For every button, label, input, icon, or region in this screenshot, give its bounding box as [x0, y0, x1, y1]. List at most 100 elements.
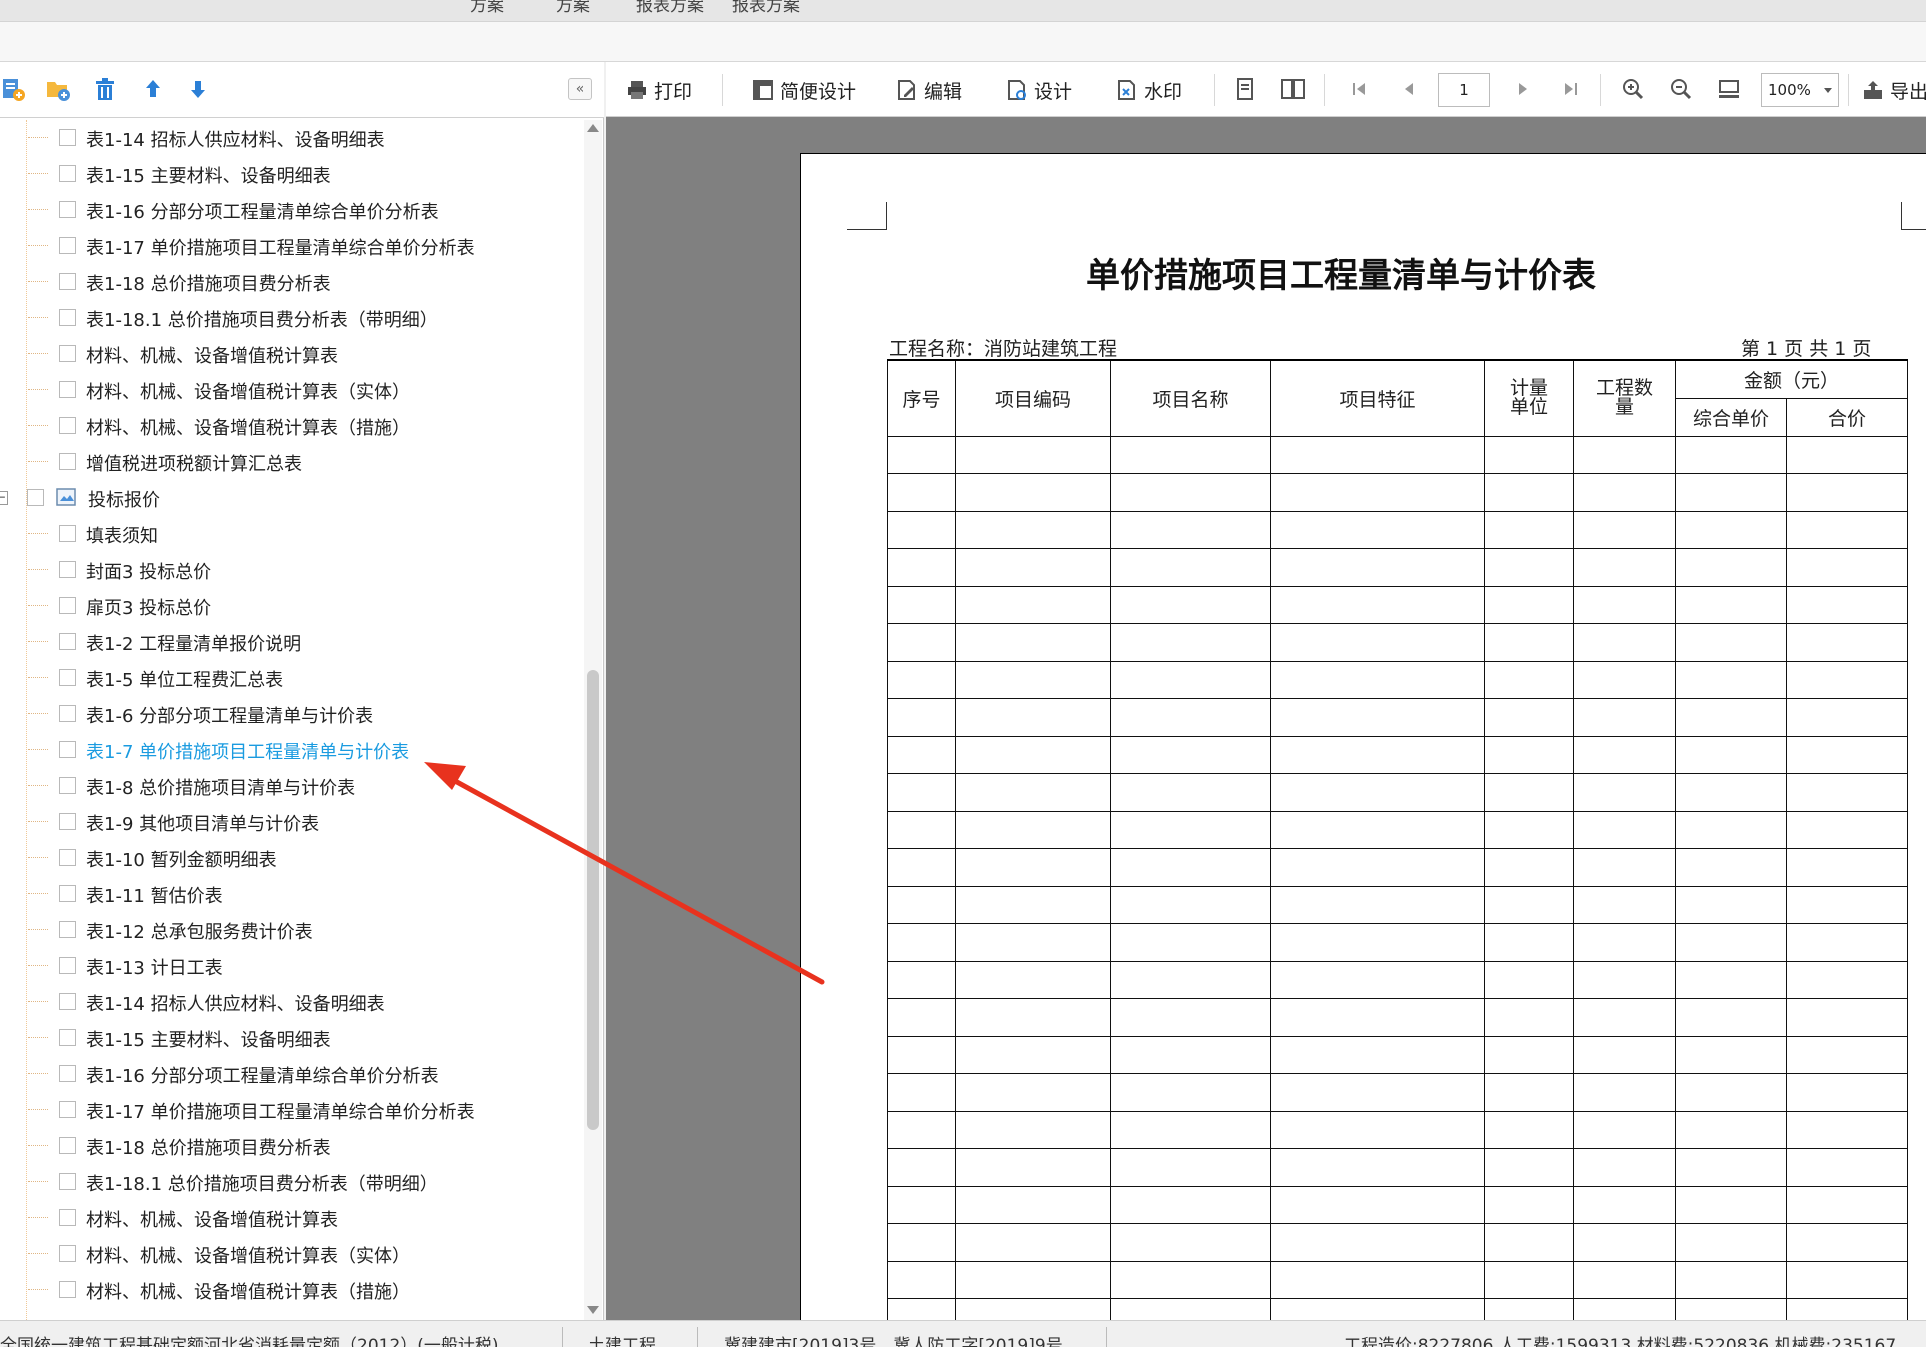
crop-mark: [847, 202, 887, 230]
scroll-thumb[interactable]: [587, 670, 599, 1130]
zoom-out-icon[interactable]: [1668, 76, 1694, 102]
tree-item[interactable]: 表1-2 工程量清单报价说明: [0, 624, 584, 660]
tree-item[interactable]: 填表须知: [0, 516, 584, 552]
tree-item-checkbox[interactable]: [59, 957, 76, 974]
tree-item-checkbox[interactable]: [59, 813, 76, 830]
tree-item-checkbox[interactable]: [59, 633, 76, 650]
tree-item[interactable]: 增值税进项税额计算汇总表: [0, 444, 584, 480]
tree-item-checkbox[interactable]: [59, 309, 76, 326]
tree-item-checkbox[interactable]: [59, 417, 76, 434]
tree-item[interactable]: 表1-6 分部分项工程量清单与计价表: [0, 696, 584, 732]
tree-item-checkbox[interactable]: [59, 921, 76, 938]
zoom-in-icon[interactable]: [1620, 76, 1646, 102]
tree-scrollbar[interactable]: [584, 120, 602, 1320]
tree-item-checkbox[interactable]: [59, 525, 76, 542]
tree-item-checkbox[interactable]: [59, 345, 76, 362]
tree-item[interactable]: 表1-11 暂估价表: [0, 876, 584, 912]
zoom-dropdown[interactable]: 100%: [1761, 73, 1839, 107]
delete-icon[interactable]: [92, 76, 118, 102]
tree-item-checkbox[interactable]: [59, 741, 76, 758]
tree-item[interactable]: 材料、机械、设备增值税计算表（措施）: [0, 408, 584, 444]
move-up-icon[interactable]: [140, 76, 166, 102]
add-folder-icon[interactable]: [45, 76, 71, 102]
tree-item-checkbox[interactable]: [59, 201, 76, 218]
tree-item[interactable]: 表1-18.1 总价措施项目费分析表（带明细）: [0, 300, 584, 336]
page-number-input[interactable]: 1: [1438, 73, 1490, 107]
edit-button[interactable]: 编辑: [896, 76, 962, 104]
move-down-icon[interactable]: [185, 76, 211, 102]
tree-item-checkbox[interactable]: [59, 165, 76, 182]
tree-item[interactable]: 表1-16 分部分项工程量清单综合单价分析表: [0, 192, 584, 228]
watermark-button[interactable]: 水印: [1116, 76, 1182, 104]
tree-item[interactable]: 表1-15 主要材料、设备明细表: [0, 156, 584, 192]
tree-item-checkbox[interactable]: [59, 129, 76, 146]
tree-item-checkbox[interactable]: [59, 705, 76, 722]
export-button[interactable]: 导出: [1862, 76, 1926, 104]
tree-item-checkbox[interactable]: [59, 849, 76, 866]
collapse-toggle-icon[interactable]: −: [0, 491, 8, 505]
tree-item-checkbox[interactable]: [59, 1281, 76, 1298]
tree-item-checkbox[interactable]: [59, 1065, 76, 1082]
design-button[interactable]: 设计: [1006, 76, 1072, 104]
scroll-down-arrow-icon[interactable]: [587, 1306, 599, 1314]
ribbon-label[interactable]: 方案: [470, 0, 504, 16]
tree-item-checkbox[interactable]: [59, 1173, 76, 1190]
tree-item-checkbox[interactable]: [59, 669, 76, 686]
tree-item-checkbox[interactable]: [59, 453, 76, 470]
tree-item-checkbox[interactable]: [59, 597, 76, 614]
tree-item[interactable]: 材料、机械、设备增值税计算表（措施）: [0, 1272, 584, 1308]
tree-item-checkbox[interactable]: [59, 885, 76, 902]
tree-item-checkbox[interactable]: [59, 1209, 76, 1226]
tree-item[interactable]: 封面3 投标总价: [0, 552, 584, 588]
tree-item-checkbox[interactable]: [59, 237, 76, 254]
tree-item[interactable]: 表1-16 分部分项工程量清单综合单价分析表: [0, 1056, 584, 1092]
next-page-icon[interactable]: [1510, 76, 1536, 102]
tree-item[interactable]: 表1-18.1 总价措施项目费分析表（带明细）: [0, 1164, 584, 1200]
tree-item[interactable]: 表1-13 计日工表: [0, 948, 584, 984]
tree-item[interactable]: 表1-9 其他项目清单与计价表: [0, 804, 584, 840]
print-button[interactable]: 打印: [626, 76, 692, 104]
tree-item[interactable]: 表1-17 单价措施项目工程量清单综合单价分析表: [0, 1092, 584, 1128]
tree-folder-item[interactable]: − 投标报价: [0, 480, 584, 516]
tree-item[interactable]: 表1-15 主要材料、设备明细表: [0, 1020, 584, 1056]
two-page-icon[interactable]: [1280, 76, 1306, 102]
ribbon-label[interactable]: 报表方案: [732, 0, 800, 16]
tree-item[interactable]: 表1-14 招标人供应材料、设备明细表: [0, 120, 584, 156]
tree-item[interactable]: 表1-14 招标人供应材料、设备明细表: [0, 984, 584, 1020]
tree-item[interactable]: 表1-5 单位工程费汇总表: [0, 660, 584, 696]
tree-item[interactable]: 表1-17 单价措施项目工程量清单综合单价分析表: [0, 228, 584, 264]
tree-item-checkbox[interactable]: [59, 1101, 76, 1118]
tree-item-checkbox[interactable]: [27, 489, 44, 506]
tree-item[interactable]: 材料、机械、设备增值税计算表（实体）: [0, 372, 584, 408]
tree-item-checkbox[interactable]: [59, 381, 76, 398]
tree-item[interactable]: 表1-18 总价措施项目费分析表: [0, 1128, 584, 1164]
prev-page-icon[interactable]: [1396, 76, 1422, 102]
tree-item[interactable]: 表1-7 单价措施项目工程量清单与计价表: [0, 732, 584, 768]
tree-item-checkbox[interactable]: [59, 777, 76, 794]
tree-item-checkbox[interactable]: [59, 273, 76, 290]
tree-item[interactable]: 扉页3 投标总价: [0, 588, 584, 624]
tree-item[interactable]: 材料、机械、设备增值税计算表: [0, 336, 584, 372]
add-report-icon[interactable]: [0, 76, 26, 102]
tree-item-checkbox[interactable]: [59, 561, 76, 578]
tree-item[interactable]: 表1-12 总承包服务费计价表: [0, 912, 584, 948]
tree-item[interactable]: 表1-10 暂列金额明细表: [0, 840, 584, 876]
scroll-up-arrow-icon[interactable]: [587, 124, 599, 132]
tree-item-checkbox[interactable]: [59, 1029, 76, 1046]
fit-width-icon[interactable]: [1716, 76, 1742, 102]
first-page-icon[interactable]: [1346, 76, 1372, 102]
simple-design-button[interactable]: 简便设计: [752, 76, 856, 104]
report-preview-area[interactable]: 单价措施项目工程量清单与计价表 工程名称：消防站建筑工程 第 1 页 共 1 页…: [606, 117, 1926, 1320]
ribbon-label[interactable]: 方案: [556, 0, 590, 16]
last-page-icon[interactable]: [1558, 76, 1584, 102]
single-page-icon[interactable]: [1232, 76, 1258, 102]
tree-item[interactable]: 材料、机械、设备增值税计算表: [0, 1200, 584, 1236]
ribbon-label[interactable]: 报表方案: [636, 0, 704, 16]
tree-item-checkbox[interactable]: [59, 1245, 76, 1262]
tree-item[interactable]: 表1-18 总价措施项目费分析表: [0, 264, 584, 300]
collapse-panel-button[interactable]: «: [568, 78, 592, 100]
tree-item[interactable]: 材料、机械、设备增值税计算表（实体）: [0, 1236, 584, 1272]
tree-item-checkbox[interactable]: [59, 1137, 76, 1154]
tree-item-checkbox[interactable]: [59, 993, 76, 1010]
tree-item[interactable]: 表1-8 总价措施项目清单与计价表: [0, 768, 584, 804]
